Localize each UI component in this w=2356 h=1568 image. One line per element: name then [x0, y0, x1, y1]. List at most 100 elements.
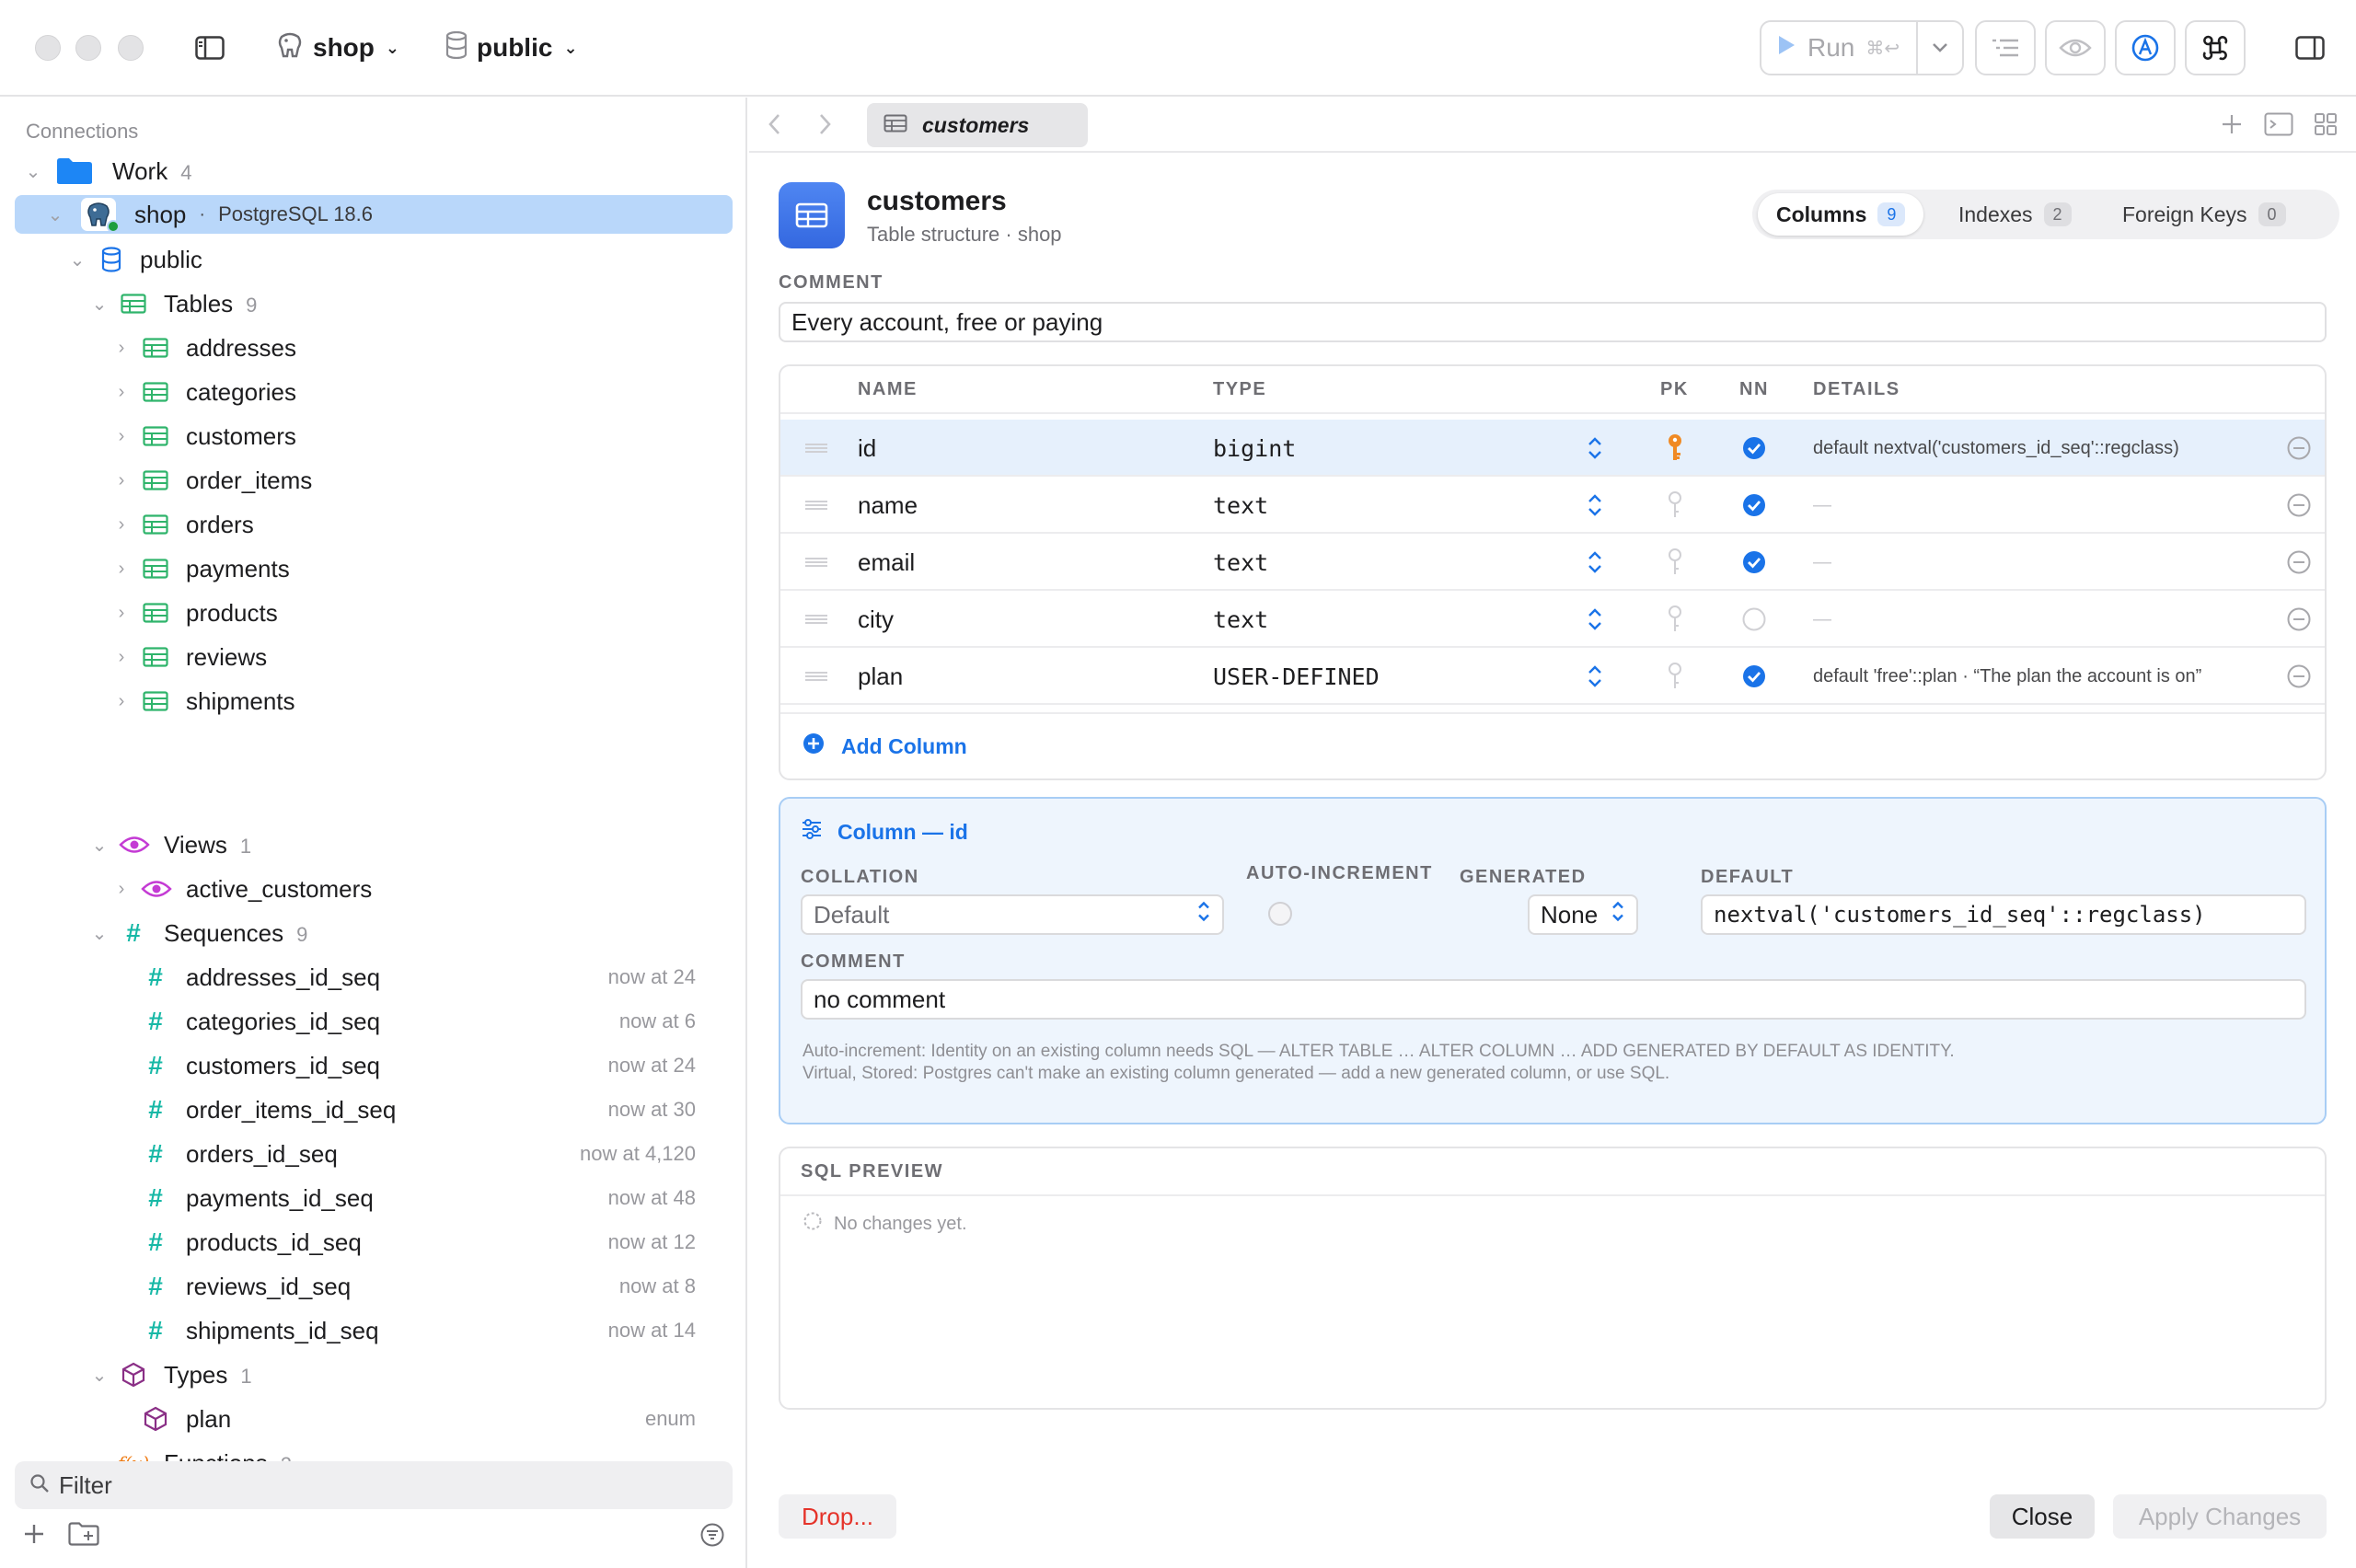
remove-column-icon[interactable]: [2286, 534, 2312, 591]
drag-handle-icon[interactable]: [804, 420, 828, 477]
close-button[interactable]: Close: [1990, 1494, 2095, 1539]
chevron-right-icon[interactable]: ›: [112, 559, 131, 580]
not-null-checkbox[interactable]: [1741, 477, 1767, 534]
tree-item-table[interactable]: › shipments: [0, 679, 747, 723]
column-type[interactable]: text: [1213, 477, 1268, 534]
tab-indexes[interactable]: Indexes 2: [1940, 193, 2090, 236]
auto-increment-checkbox[interactable]: [1268, 902, 1292, 926]
not-null-checkbox[interactable]: [1741, 591, 1767, 648]
primary-key-icon[interactable]: [1666, 420, 1684, 477]
drop-button[interactable]: Drop...: [779, 1494, 896, 1539]
close-window-button[interactable]: [35, 35, 61, 61]
chevron-right-icon[interactable]: ›: [112, 338, 131, 359]
tree-item-table[interactable]: › categories: [0, 370, 747, 414]
tree-item-sequence[interactable]: # products_id_seq now at 12: [0, 1220, 747, 1264]
chevron-down-icon[interactable]: ⌄: [90, 1364, 109, 1387]
collation-select[interactable]: Default: [801, 894, 1224, 935]
tree-item-sequence[interactable]: # payments_id_seq now at 48: [0, 1176, 747, 1220]
not-null-checkbox[interactable]: [1741, 648, 1767, 705]
chevron-down-icon[interactable]: ⌄: [24, 160, 42, 183]
tree-item-table[interactable]: › reviews: [0, 635, 747, 679]
table-comment-input[interactable]: Every account, free or paying: [779, 302, 2327, 342]
table-row[interactable]: city text —: [780, 591, 2325, 648]
tree-item-table[interactable]: › customers: [0, 414, 747, 458]
remove-column-icon[interactable]: [2286, 477, 2312, 534]
tab-customers[interactable]: customers: [867, 103, 1088, 147]
sidebar-toggle-icon[interactable]: [191, 31, 228, 64]
chevron-right-icon[interactable]: ›: [112, 691, 131, 712]
drag-handle-icon[interactable]: [804, 477, 828, 534]
primary-key-icon[interactable]: [1666, 477, 1684, 534]
primary-key-icon[interactable]: [1666, 591, 1684, 648]
add-column-button[interactable]: Add Column: [803, 732, 967, 760]
drag-handle-icon[interactable]: [804, 534, 828, 591]
column-type[interactable]: text: [1213, 591, 1268, 648]
terminal-icon[interactable]: [2264, 112, 2293, 141]
chevron-down-icon[interactable]: ⌄: [90, 293, 109, 316]
tree-item-table[interactable]: › orders: [0, 502, 747, 547]
minimize-window-button[interactable]: [75, 35, 101, 61]
remove-column-icon[interactable]: [2286, 648, 2312, 705]
column-name[interactable]: name: [858, 477, 918, 534]
chevron-down-icon[interactable]: ⌄: [90, 834, 109, 857]
primary-key-icon[interactable]: [1666, 648, 1684, 705]
table-row[interactable]: plan USER-DEFINED default 'free'::plan · “…: [780, 648, 2325, 705]
tree-item-sequence[interactable]: # addresses_id_seq now at 24: [0, 955, 747, 999]
table-row[interactable]: id bigint default nextval('customers_id_se…: [780, 420, 2325, 477]
tree-item-sequence[interactable]: # order_items_id_seq now at 30: [0, 1088, 747, 1132]
column-name[interactable]: id: [858, 420, 876, 477]
filter-field[interactable]: Filter: [15, 1461, 733, 1509]
type-stepper-icon[interactable]: [1587, 534, 1603, 591]
generated-select[interactable]: None: [1528, 894, 1638, 935]
chevron-right-icon[interactable]: ›: [112, 647, 131, 668]
ai-assistant-icon[interactable]: [2115, 20, 2176, 75]
tree-item-sequence[interactable]: # reviews_id_seq now at 8: [0, 1264, 747, 1309]
back-arrow-icon[interactable]: [766, 112, 784, 141]
tree-item-table[interactable]: › products: [0, 591, 747, 635]
type-stepper-icon[interactable]: [1587, 648, 1603, 705]
column-type[interactable]: text: [1213, 534, 1268, 591]
new-folder-icon[interactable]: [68, 1522, 101, 1551]
column-name[interactable]: email: [858, 534, 915, 591]
command-icon[interactable]: [2185, 20, 2246, 75]
schema-picker[interactable]: public ⌄: [445, 28, 578, 68]
chevron-down-icon[interactable]: ⌄: [90, 922, 109, 945]
type-stepper-icon[interactable]: [1587, 591, 1603, 648]
tree-item-sequence[interactable]: # categories_id_seq now at 6: [0, 999, 747, 1043]
tree-item-table[interactable]: › order_items: [0, 458, 747, 502]
chevron-right-icon[interactable]: ›: [112, 879, 131, 900]
table-row[interactable]: email text —: [780, 534, 2325, 591]
new-tab-icon[interactable]: [2220, 112, 2244, 141]
tree-schema-public[interactable]: ⌄ public: [0, 237, 747, 282]
apply-changes-button[interactable]: Apply Changes: [2113, 1494, 2327, 1539]
chevron-right-icon[interactable]: ›: [112, 603, 131, 624]
default-input[interactable]: nextval('customers_id_seq'::regclass): [1701, 894, 2306, 935]
tab-foreign-keys[interactable]: Foreign Keys 0: [2104, 193, 2304, 236]
chevron-down-icon[interactable]: ⌄: [46, 203, 64, 226]
tab-columns[interactable]: Columns 9: [1758, 193, 1924, 236]
zoom-window-button[interactable]: [118, 35, 144, 61]
format-list-icon[interactable]: [1975, 20, 2036, 75]
remove-column-icon[interactable]: [2286, 591, 2312, 648]
tree-group-work[interactable]: ⌄ Work 4: [0, 149, 747, 193]
primary-key-icon[interactable]: [1666, 534, 1684, 591]
preview-eye-icon[interactable]: [2045, 20, 2106, 75]
remove-column-icon[interactable]: [2286, 420, 2312, 477]
tree-folder-sequences[interactable]: ⌄ # Sequences 9: [0, 911, 747, 955]
grid-layout-icon[interactable]: [2314, 112, 2338, 141]
tree-item-sequence[interactable]: # customers_id_seq now at 24: [0, 1043, 747, 1088]
tree-folder-types[interactable]: ⌄ Types 1: [0, 1353, 747, 1397]
column-comment-input[interactable]: no comment: [801, 979, 2306, 1020]
tree-item-view[interactable]: › active_customers: [0, 867, 747, 911]
tree-folder-views[interactable]: ⌄ Views 1: [0, 823, 747, 867]
inspector-toggle-icon[interactable]: [2292, 31, 2328, 64]
run-options-button[interactable]: [1918, 41, 1962, 54]
column-type[interactable]: bigint: [1213, 420, 1296, 477]
add-connection-button[interactable]: [22, 1522, 46, 1551]
chevron-right-icon[interactable]: ›: [112, 426, 131, 447]
column-type[interactable]: USER-DEFINED: [1213, 648, 1380, 705]
not-null-checkbox[interactable]: [1741, 420, 1767, 477]
tree-item-table[interactable]: › payments: [0, 547, 747, 591]
run-button[interactable]: Run ⌘↩: [1761, 22, 1918, 74]
tree-item-sequence[interactable]: # shipments_id_seq now at 14: [0, 1309, 747, 1353]
